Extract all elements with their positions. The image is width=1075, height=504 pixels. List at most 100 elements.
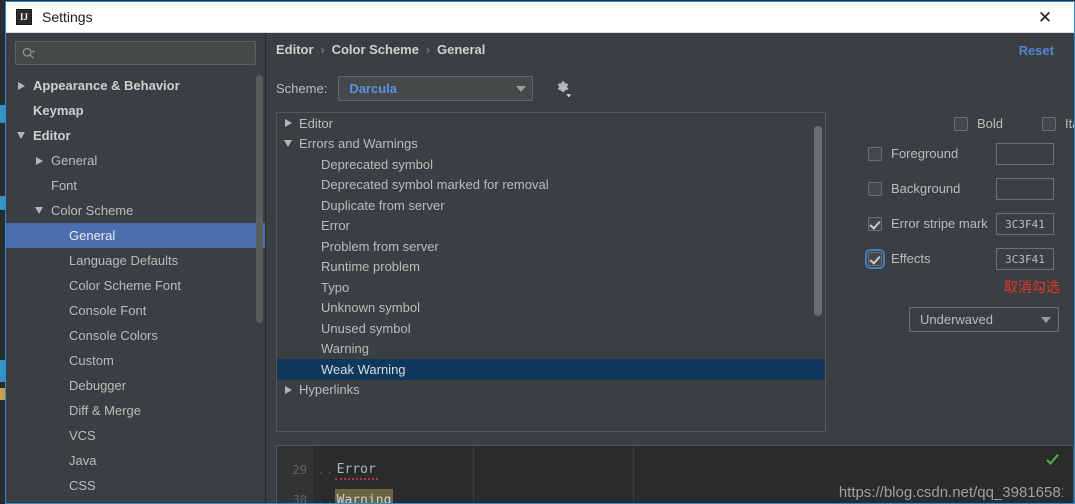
twisty-placeholder (50, 348, 64, 373)
sidebar-item-color-scheme[interactable]: Color Scheme (6, 198, 265, 223)
foreground-color-row[interactable] (996, 143, 1054, 165)
color-options-panel: Editor Errors and Warnings Deprecated symb… (276, 112, 826, 432)
window-title: Settings (42, 9, 93, 25)
settings-content: Editor › Color Scheme › General Reset Sc… (266, 33, 1074, 503)
effect-type-dropdown[interactable]: Underwaved (909, 307, 1059, 332)
breadcrumb-item-general[interactable]: General (437, 42, 485, 57)
sidebar-item-console-font[interactable]: Console Font (6, 298, 265, 323)
preview-scrollbar[interactable] (1063, 446, 1073, 503)
foreground-checkbox-row[interactable]: Foreground (868, 146, 958, 161)
option-row-label: Runtime problem (321, 259, 420, 275)
settings-category-tree[interactable]: Appearance & Behavior Keymap Editor General… (6, 73, 265, 503)
scheme-dropdown[interactable]: Darcula (338, 76, 534, 101)
chevron-down-icon[interactable] (14, 123, 28, 148)
sidebar-item-css[interactable]: CSS (6, 473, 265, 498)
italic-checkbox[interactable] (1042, 116, 1056, 131)
option-row-unused-symbol[interactable]: Unused symbol (277, 318, 825, 339)
sidebar-item-diff-merge[interactable]: Diff & Merge (6, 398, 265, 423)
sidebar-item-label: Debugger (69, 378, 127, 393)
option-row-runtime-problem[interactable]: Runtime problem (277, 257, 825, 278)
sidebar-item-label: Console Font (69, 303, 147, 318)
chevron-right-icon[interactable] (32, 148, 46, 173)
background-checkbox-row[interactable]: Background (868, 181, 960, 196)
chevron-right-icon[interactable] (277, 385, 299, 394)
sidebar-item-color-scheme-font[interactable]: Color Scheme Font (6, 273, 265, 298)
chevron-down-icon[interactable] (32, 198, 46, 223)
chevron-right-icon[interactable] (277, 119, 299, 128)
option-row-error[interactable]: Error (277, 216, 825, 237)
search-box[interactable] (15, 41, 256, 65)
background-color-row[interactable] (996, 178, 1054, 200)
scheme-selected-value: Darcula (349, 81, 398, 96)
sidebar-item-language-defaults[interactable]: Language Defaults (6, 248, 265, 273)
reset-link[interactable]: Reset (1019, 43, 1054, 58)
sidebar-item-general[interactable]: General (6, 148, 265, 173)
option-row-warning[interactable]: Warning (277, 339, 825, 360)
chevron-right-icon[interactable] (14, 73, 28, 98)
sidebar-item-appearance-behavior[interactable]: Appearance & Behavior (6, 73, 265, 98)
sidebar-item-editor[interactable]: Editor (6, 123, 265, 148)
background-color-field[interactable] (996, 178, 1054, 200)
option-row-deprecated-symbol-marked-for-removal[interactable]: Deprecated symbol marked for removal (277, 175, 825, 196)
bold-checkbox[interactable] (954, 116, 968, 131)
gear-icon[interactable] (553, 79, 573, 99)
breadcrumb-item-editor[interactable]: Editor (276, 42, 314, 57)
sidebar-scrollbar[interactable] (256, 75, 263, 325)
options-scrollbar-thumb[interactable] (814, 126, 822, 316)
error-stripe-mark-color-row[interactable]: 3C3F41 (996, 213, 1054, 235)
sidebar-item-debugger[interactable]: Debugger (6, 373, 265, 398)
sidebar-item-general[interactable]: General (6, 223, 265, 248)
sidebar-item-custom[interactable]: Custom (6, 348, 265, 373)
option-row-hyperlinks[interactable]: Hyperlinks (277, 380, 825, 401)
option-row-label: Editor (299, 115, 333, 131)
line-number: 30 (292, 493, 307, 503)
color-options-tree[interactable]: Editor Errors and Warnings Deprecated symb… (277, 113, 825, 431)
error-stripe-mark-color-field[interactable]: 3C3F41 (996, 213, 1054, 235)
preview-code-area[interactable]: .. Error .. Warning https://blog.csdn.ne… (313, 446, 1073, 503)
scheme-label: Scheme: (276, 81, 328, 96)
sidebar-item-label: Console Colors (69, 328, 158, 343)
sidebar-item-label: Keymap (33, 103, 84, 118)
option-row-errors-and-warnings[interactable]: Errors and Warnings (277, 134, 825, 155)
effects-color-row[interactable]: 3C3F41 (996, 248, 1054, 270)
effects-checkbox-row[interactable]: Effects (865, 248, 931, 269)
sidebar-item-font[interactable]: Font (6, 173, 265, 198)
twisty-placeholder (50, 248, 64, 273)
bold-checkbox-row[interactable]: Bold (954, 116, 1003, 131)
option-row-problem-from-server[interactable]: Problem from server (277, 236, 825, 257)
chevron-down-icon[interactable] (277, 140, 299, 148)
option-row-deprecated-symbol[interactable]: Deprecated symbol (277, 154, 825, 175)
search-container (6, 33, 265, 71)
italic-checkbox-row[interactable]: Italic (1042, 116, 1074, 131)
twisty-placeholder (50, 298, 64, 323)
option-row-editor[interactable]: Editor (277, 113, 825, 134)
sidebar-item-keymap[interactable]: Keymap (6, 98, 265, 123)
foreground-checkbox[interactable] (868, 146, 882, 161)
foreground-color-field[interactable] (996, 143, 1054, 165)
effects-color-field[interactable]: 3C3F41 (996, 248, 1054, 270)
option-row-typo[interactable]: Typo (277, 277, 825, 298)
option-row-weak-warning[interactable]: Weak Warning (277, 359, 825, 380)
effects-checkbox[interactable] (865, 248, 885, 269)
sidebar-item-java[interactable]: Java (6, 448, 265, 473)
background-label: Background (891, 181, 961, 196)
search-input[interactable] (35, 46, 249, 60)
sidebar-scrollbar-thumb[interactable] (256, 75, 263, 323)
twisty-placeholder (50, 423, 64, 448)
sidebar-item-label: Editor (33, 128, 71, 143)
background-checkbox[interactable] (868, 181, 882, 196)
option-row-duplicate-from-server[interactable]: Duplicate from server (277, 195, 825, 216)
green-check-icon[interactable] (1046, 453, 1059, 466)
line-number: 29 (292, 463, 307, 477)
close-icon[interactable]: ✕ (1024, 2, 1066, 33)
error-stripe-mark-checkbox[interactable] (868, 216, 882, 231)
breadcrumb-item-color-scheme[interactable]: Color Scheme (332, 42, 419, 57)
sidebar-item-console-colors[interactable]: Console Colors (6, 323, 265, 348)
option-row-unknown-symbol[interactable]: Unknown symbol (277, 298, 825, 319)
twisty-placeholder (50, 398, 64, 423)
sidebar-item-vcs[interactable]: VCS (6, 423, 265, 448)
twisty-placeholder (50, 473, 64, 498)
preview-token-warning: Warning (334, 488, 394, 503)
sidebar-item-label: Appearance & Behavior (33, 78, 180, 93)
error-stripe-mark-checkbox-row[interactable]: Error stripe mark (868, 216, 988, 231)
